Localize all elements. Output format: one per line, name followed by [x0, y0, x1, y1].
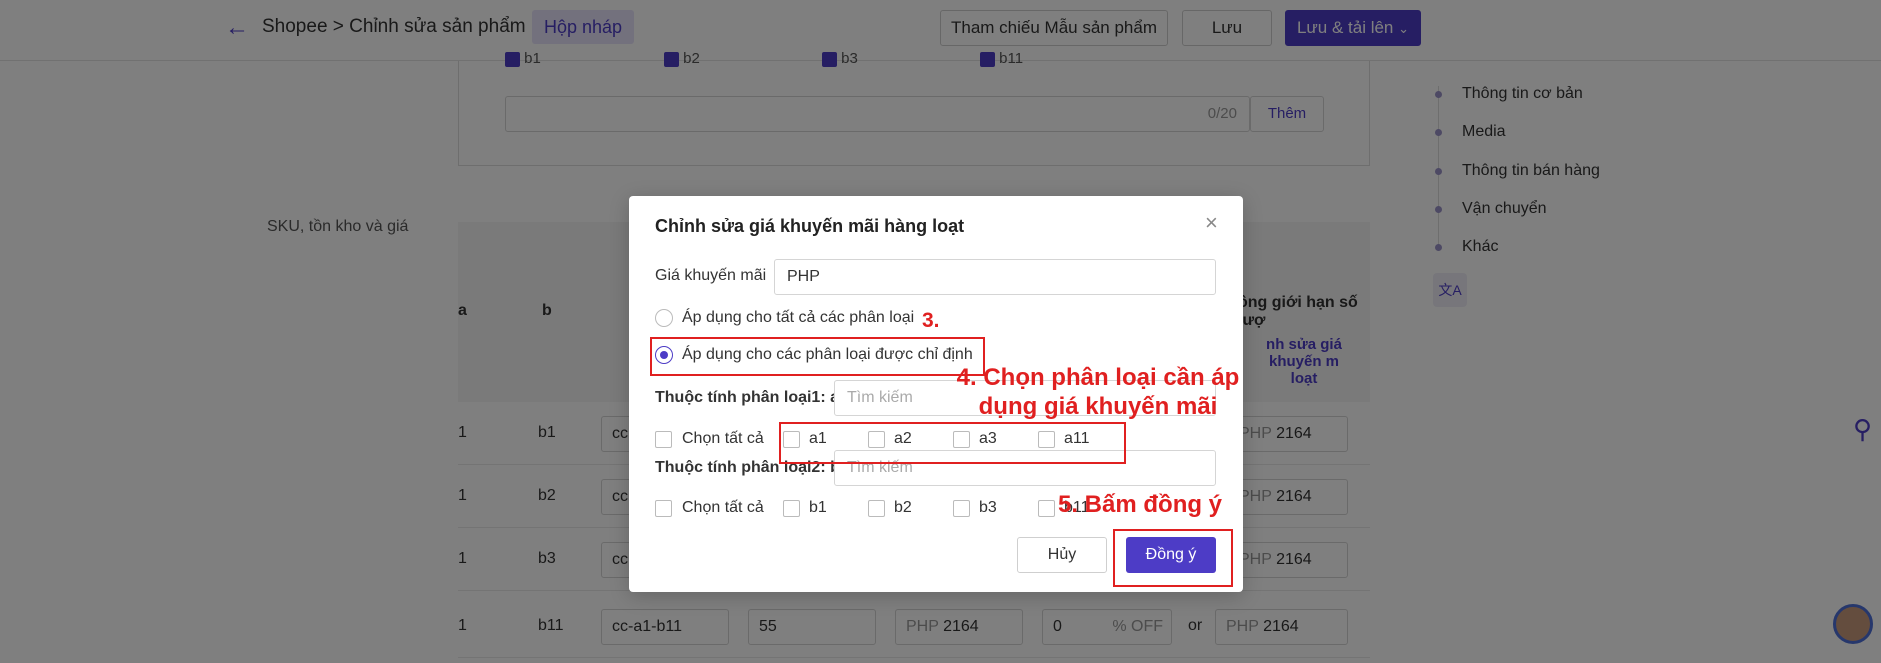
highlight-specific-radio — [650, 337, 985, 376]
attr2-select-all-checkbox[interactable] — [655, 500, 672, 517]
annotation-step4: 4. Chọn phân loại cần áp dụng giá khuyến… — [956, 364, 1240, 420]
attr2-select-all-label: Chọn tất cả — [682, 499, 764, 516]
checkbox-b1[interactable] — [783, 500, 800, 517]
checkbox-b2[interactable] — [868, 500, 885, 517]
highlight-attr1-options — [779, 422, 1126, 464]
promo-price-input[interactable]: PHP — [774, 259, 1216, 295]
highlight-confirm-button — [1113, 529, 1233, 587]
radio-apply-all[interactable] — [655, 309, 673, 327]
annotation-step5: 5. Bấm đồng ý — [1058, 491, 1223, 518]
cancel-button[interactable]: Hủy — [1017, 537, 1107, 573]
attr1-select-all-checkbox[interactable] — [655, 431, 672, 448]
attr1-select-all-label: Chọn tất cả — [682, 430, 764, 447]
checkbox-b11[interactable] — [1038, 500, 1055, 517]
promo-price-label: Giá khuyến mãi — [655, 267, 767, 284]
attr1-label: Thuộc tính phân loại1: a — [655, 389, 839, 406]
modal-title: Chỉnh sửa giá khuyến mãi hàng loạt — [655, 216, 965, 236]
annotation-step3: 3. — [922, 309, 940, 332]
close-icon[interactable]: × — [1205, 212, 1218, 234]
checkbox-b3[interactable] — [953, 500, 970, 517]
radio-apply-all-label: Áp dụng cho tất cả các phân loại — [682, 309, 915, 326]
